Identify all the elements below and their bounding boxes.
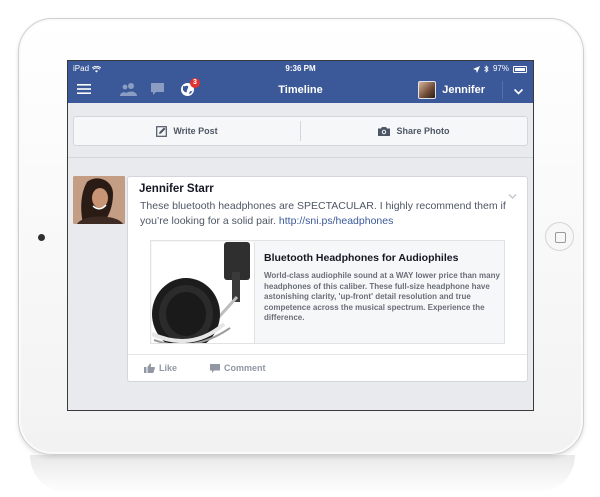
home-button[interactable] <box>545 222 574 251</box>
comment-button[interactable]: Comment <box>210 363 266 373</box>
preview-description: World-class audiophile sound at a WAY lo… <box>264 271 500 322</box>
user-name: Jennifer <box>442 84 485 96</box>
post-composer: Write Post Share Photo <box>73 116 528 146</box>
camera-icon <box>378 127 391 136</box>
preview-image-headphones <box>152 242 255 343</box>
nav-user-profile[interactable]: Jennifer <box>418 81 485 99</box>
write-post-button[interactable]: Write Post <box>74 117 300 145</box>
feed-divider <box>68 157 533 158</box>
preview-title: Bluetooth Headphones for Audiophiles <box>264 252 459 264</box>
bluetooth-icon <box>484 65 489 73</box>
front-camera <box>38 234 45 241</box>
share-photo-button[interactable]: Share Photo <box>301 117 527 145</box>
share-photo-label: Share Photo <box>396 126 450 136</box>
pencil-icon <box>156 125 168 137</box>
nav-divider <box>502 81 503 99</box>
post-card: Jennifer Starr These bluetooth headphone… <box>127 176 528 382</box>
screen: iPad 9:36 PM 97% 3 Timeline Jennifer Wri… <box>67 60 534 411</box>
post-text: These bluetooth headphones are SPECTACUL… <box>140 199 510 229</box>
stage: iPad 9:36 PM 97% 3 Timeline Jennifer Wri… <box>0 0 600 497</box>
like-button[interactable]: Like <box>144 363 177 373</box>
status-time: 9:36 PM <box>285 64 316 73</box>
link-preview[interactable]: Bluetooth Headphones for Audiophiles Wor… <box>150 240 505 344</box>
post-author-name[interactable]: Jennifer Starr <box>139 183 214 195</box>
user-avatar <box>418 81 437 99</box>
battery-icon <box>513 65 527 73</box>
nav-bar: 3 Timeline Jennifer <box>68 77 533 103</box>
write-post-label: Write Post <box>173 126 218 136</box>
post-actions-divider <box>128 354 527 355</box>
comment-icon <box>210 363 220 373</box>
location-arrow-icon <box>472 65 480 73</box>
status-right: 97% <box>472 61 527 77</box>
like-label: Like <box>159 363 178 373</box>
battery-fill <box>515 67 525 71</box>
post-author-avatar[interactable] <box>73 176 125 224</box>
thumbs-up-icon <box>144 363 155 373</box>
comment-label: Comment <box>224 363 266 373</box>
chevron-down-icon[interactable] <box>513 84 524 102</box>
device-reflection <box>30 455 575 493</box>
post-link[interactable]: http://sni.ps/headphones <box>279 215 393 227</box>
battery-percent: 97% <box>492 64 509 73</box>
status-bar: iPad 9:36 PM 97% <box>68 61 533 77</box>
